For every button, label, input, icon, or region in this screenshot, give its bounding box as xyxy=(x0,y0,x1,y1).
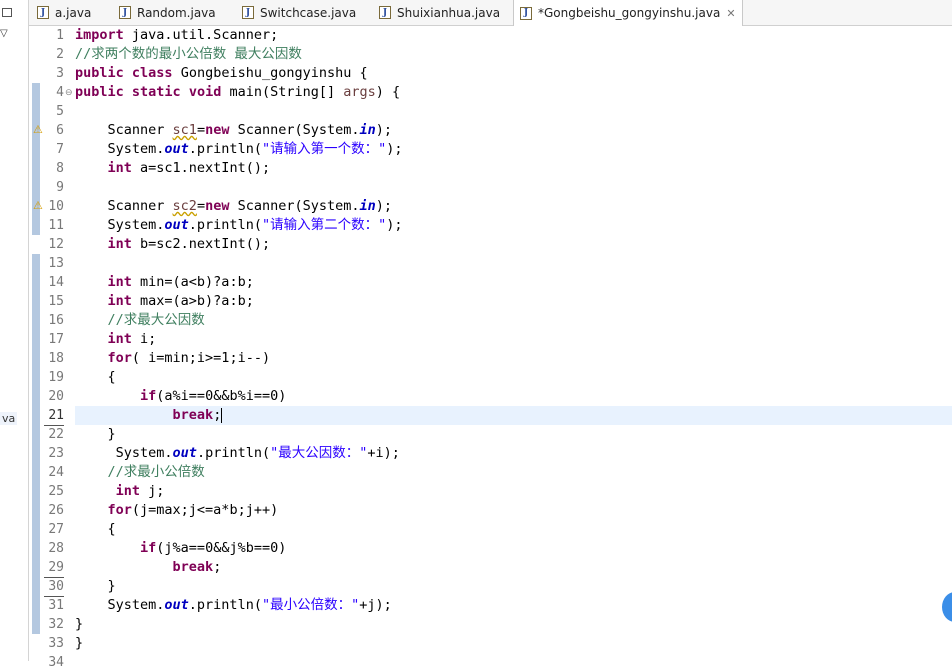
code-line-33: 33 } xyxy=(29,634,952,653)
line-number: 2 xyxy=(56,47,64,62)
code-line-6: ⚠ 6 Scanner sc1=new Scanner(System.in); xyxy=(33,121,393,140)
code-line-28: 28 if(j%a==0&&j%b==0) xyxy=(29,539,952,558)
code-line-30: 30 } xyxy=(29,577,952,597)
restore-icon[interactable] xyxy=(2,8,12,17)
java-file-icon: J xyxy=(242,6,254,19)
code-line-14: 14 int min=(a<b)?a:b; xyxy=(29,273,952,292)
code-line-25: 25 int j; xyxy=(29,482,952,501)
code-line-31: 31 System.out.println("最小公倍数："+j); xyxy=(29,596,952,615)
line-number: 21 xyxy=(44,406,64,426)
code-line-2: 2 //求两个数的最小公倍数 最大公因数 xyxy=(29,45,952,64)
line-number: 22 xyxy=(48,427,64,442)
line-number: 17 xyxy=(48,332,64,347)
line-number: 13 xyxy=(48,256,64,271)
line-number: 19 xyxy=(48,370,64,385)
tab-label: Switchcase.java xyxy=(260,5,357,20)
tab-gongbeishu-java[interactable]: J *Gongbeishu_gongyinshu.java ✕ xyxy=(513,0,743,26)
code-line-13: 13 xyxy=(29,254,952,273)
code-line-26: 26 for(j=max;j<=a*b;j++) xyxy=(29,501,952,520)
editor-tab-bar: J a.java J Random.java J Switchcase.java… xyxy=(29,0,952,26)
line-number: 11 xyxy=(48,218,64,233)
fold-minus-icon[interactable]: ⊖ xyxy=(65,83,73,102)
code-line-19: 19 { xyxy=(29,368,952,387)
tab-switchcase-java[interactable]: J Switchcase.java xyxy=(242,0,356,25)
code-line-8: 8 int a=sc1.nextInt(); xyxy=(29,159,952,178)
line-number: 16 xyxy=(48,313,64,328)
line-number: 20 xyxy=(48,389,64,404)
line-number: 18 xyxy=(48,351,64,366)
tab-label: a.java xyxy=(55,5,92,20)
tab-random-java[interactable]: J Random.java xyxy=(119,0,216,25)
code-line-20: 20 if(a%i==0&&b%i==0) xyxy=(29,387,952,406)
line-number: 7 xyxy=(56,142,64,157)
line-number: 24 xyxy=(48,465,64,480)
warning-icon[interactable]: ⚠ xyxy=(33,121,43,140)
code-line-22: 22 } xyxy=(29,425,952,444)
code-line-4: 4 ⊖ public static void main(String[] arg… xyxy=(29,83,952,102)
line-number: 33 xyxy=(48,636,64,651)
line-number: 8 xyxy=(56,161,64,176)
tab-label: Shuixianhua.java xyxy=(397,5,501,20)
tab-a-java[interactable]: J a.java xyxy=(37,0,91,25)
code-line-21: 21 break; xyxy=(29,406,952,426)
panel-item-label[interactable]: va xyxy=(0,412,18,425)
line-number: 29 xyxy=(44,558,64,578)
line-number: 5 xyxy=(56,104,64,119)
line-number: 34 xyxy=(48,655,64,670)
line-number: 32 xyxy=(48,617,64,632)
code-line-23: 23 System.out.println("最大公因数："+i); xyxy=(29,444,952,463)
tab-shuixianhua-java[interactable]: J Shuixianhua.java xyxy=(379,0,500,25)
line-number: 10 xyxy=(48,199,64,214)
line-number: 28 xyxy=(48,541,64,556)
code-line-18: 18 for( i=min;i>=1;i--) xyxy=(29,349,952,368)
close-icon[interactable]: ✕ xyxy=(726,7,735,20)
line-number: 4 xyxy=(56,85,64,100)
line-number: 25 xyxy=(48,484,64,499)
code-line-11: 11 System.out.println("请输入第二个数："); xyxy=(29,216,952,235)
line-number: 27 xyxy=(48,522,64,537)
line-number: 3 xyxy=(56,66,64,81)
code-line-29: 29 break; xyxy=(29,558,952,578)
line-number: 31 xyxy=(48,598,64,613)
code-line-1: 1 import java.util.Scanner; xyxy=(29,26,952,45)
code-line-10: ⚠ 10 Scanner sc2=new Scanner(System.in); xyxy=(33,197,393,216)
line-number: 15 xyxy=(48,294,64,309)
code-line-15: 15 int max=(a>b)?a:b; xyxy=(29,292,952,311)
code-line-16: 16 //求最大公因数 xyxy=(29,311,952,330)
tab-label: Random.java xyxy=(137,5,216,20)
code-line-7: 7 System.out.println("请输入第一个数："); xyxy=(29,140,952,159)
warning-icon[interactable]: ⚠ xyxy=(33,197,43,216)
code-line-32: 32 } xyxy=(29,615,952,634)
line-number: 30 xyxy=(44,577,64,597)
left-panel: ▽ va xyxy=(0,0,29,661)
code-line-34: 34 xyxy=(29,653,952,672)
code-line-27: 27 { xyxy=(29,520,952,539)
line-number: 14 xyxy=(48,275,64,290)
code-editor[interactable]: 1 import java.util.Scanner; 2 //求两个数的最小公… xyxy=(29,26,952,670)
java-file-icon: J xyxy=(37,6,49,19)
code-line-24: 24 //求最小公倍数 xyxy=(29,463,952,482)
line-number: 26 xyxy=(48,503,64,518)
line-number: 12 xyxy=(48,237,64,252)
chevron-down-icon[interactable]: ▽ xyxy=(0,28,8,39)
line-number: 6 xyxy=(56,123,64,138)
code-line-5: 5 xyxy=(29,102,952,121)
java-file-icon: J xyxy=(520,6,532,20)
line-number: 23 xyxy=(48,446,64,461)
code-line-12: 12 int b=sc2.nextInt(); xyxy=(29,235,952,254)
code-line-17: 17 int i; xyxy=(29,330,952,349)
line-number: 1 xyxy=(56,28,64,43)
code-line-3: 3 public class Gongbeishu_gongyinshu { xyxy=(29,64,952,83)
code-line-9: 9 xyxy=(29,178,952,197)
java-file-icon: J xyxy=(119,6,131,19)
tab-label: *Gongbeishu_gongyinshu.java xyxy=(538,6,721,20)
line-number: 9 xyxy=(56,180,64,195)
text-caret xyxy=(221,407,223,423)
java-file-icon: J xyxy=(379,6,391,19)
